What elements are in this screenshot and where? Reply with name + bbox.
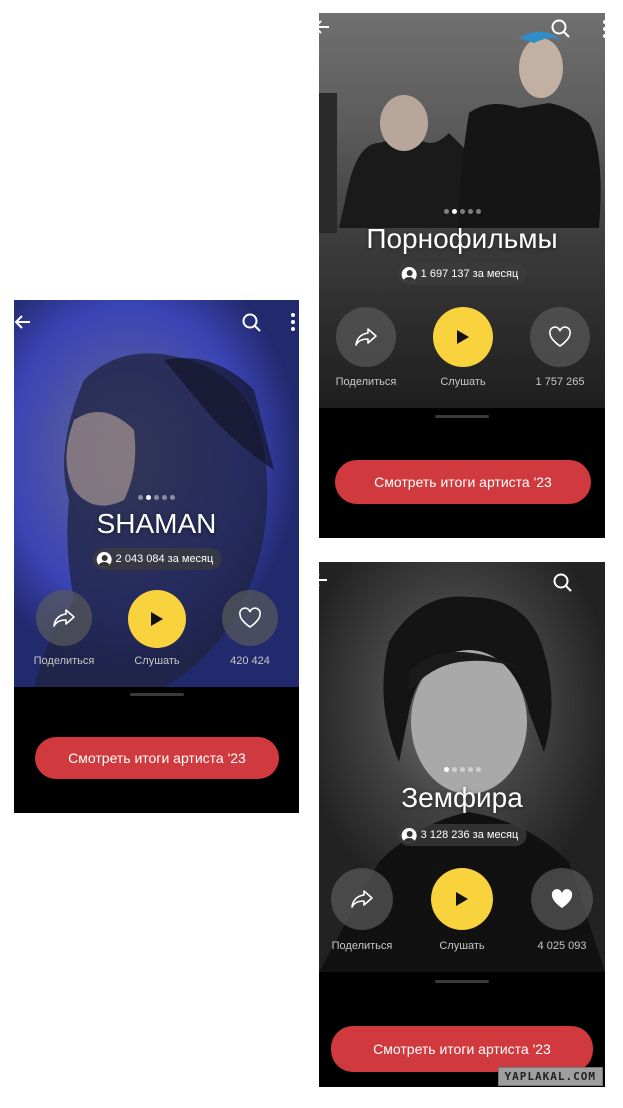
artist-card-zemfira: Земфира 3 128 236 за месяц Поделиться Сл… [319, 562, 605, 1087]
sheet-handle[interactable] [130, 693, 184, 696]
site-watermark: YAPLAKAL.COM [497, 1067, 603, 1086]
share-label: Поделиться [33, 655, 95, 667]
monthly-listeners-badge: 1 697 137 за месяц [397, 263, 527, 285]
play-icon [457, 330, 469, 344]
bottom-sheet: Смотреть итоги артиста '23 [14, 687, 299, 813]
carousel-dot [138, 495, 143, 500]
carousel-dot [467, 209, 473, 214]
artist-name: Порнофильмы [366, 223, 558, 254]
like-button[interactable] [222, 590, 278, 646]
monthly-listeners-count: 2 043 084 за месяц [115, 553, 214, 565]
carousel-dot [451, 767, 457, 772]
carousel-dot [170, 495, 175, 500]
monthly-listeners-count: 3 128 236 за месяц [420, 829, 519, 841]
carousel-dot [154, 495, 159, 500]
share-button[interactable] [336, 307, 396, 367]
artist-card-pornofilmy: Порнофильмы 1 697 137 за месяц Поделитьс… [319, 13, 605, 538]
share-button[interactable] [36, 590, 92, 646]
back-arrow-icon[interactable] [319, 572, 329, 588]
share-icon [351, 890, 373, 908]
listen-label: Слушать [439, 940, 485, 952]
monthly-listeners-badge: 3 128 236 за месяц [397, 824, 527, 846]
share-label: Поделиться [335, 376, 397, 388]
carousel-dots [14, 495, 299, 500]
carousel-dot-active [451, 209, 457, 214]
carousel-dot [162, 495, 167, 500]
heart-filled-icon [551, 889, 573, 908]
search-icon[interactable] [242, 313, 262, 333]
carousel-dot [459, 767, 465, 772]
monthly-listeners-badge: 2 043 084 за месяц [92, 548, 222, 570]
back-arrow-icon[interactable] [14, 314, 32, 330]
likes-count: 4 025 093 [537, 940, 587, 952]
artist-name: Земфира [401, 782, 523, 813]
bottom-sheet: Смотреть итоги артиста '23 [319, 408, 605, 538]
artist-name: SHAMAN [96, 508, 217, 539]
artist-card-shaman: SHAMAN 2 043 084 за месяц Поделиться Слу… [14, 300, 299, 813]
carousel-dot [475, 767, 481, 772]
like-button[interactable] [530, 307, 590, 367]
artist-summary-button[interactable]: Смотреть итоги артиста '23 [331, 1026, 593, 1072]
like-button[interactable] [531, 868, 593, 930]
carousel-dot [475, 209, 481, 214]
carousel-dot-active [443, 767, 449, 772]
heart-icon [549, 326, 571, 347]
search-icon[interactable] [551, 19, 571, 39]
share-icon [53, 609, 75, 627]
play-icon [151, 612, 163, 626]
sheet-handle[interactable] [435, 415, 489, 418]
person-icon [96, 551, 112, 567]
play-button[interactable] [431, 868, 493, 930]
artist-summary-button[interactable]: Смотреть итоги артиста '23 [335, 460, 591, 504]
more-vertical-icon[interactable] [602, 19, 605, 39]
share-label: Поделиться [331, 940, 393, 952]
carousel-dots [319, 209, 605, 214]
listen-label: Слушать [134, 655, 180, 667]
likes-count: 420 424 [230, 655, 270, 667]
carousel-dot [467, 767, 473, 772]
play-button[interactable] [128, 590, 186, 648]
back-arrow-icon[interactable] [319, 19, 331, 35]
share-icon [355, 328, 377, 346]
artist-summary-button[interactable]: Смотреть итоги артиста '23 [35, 737, 279, 779]
person-icon [401, 827, 417, 843]
sheet-handle[interactable] [435, 980, 489, 983]
monthly-listeners-count: 1 697 137 за месяц [420, 268, 519, 280]
play-button[interactable] [433, 307, 493, 367]
heart-icon [239, 607, 261, 628]
more-vertical-icon[interactable] [290, 312, 296, 332]
carousel-dot [459, 209, 465, 214]
search-icon[interactable] [553, 573, 573, 593]
person-icon [401, 266, 417, 282]
listen-label: Слушать [440, 376, 486, 388]
carousel-dot-active [146, 495, 151, 500]
play-icon [456, 892, 468, 906]
share-button[interactable] [331, 868, 393, 930]
carousel-dot [443, 209, 449, 214]
likes-count: 1 757 265 [535, 376, 585, 388]
carousel-dots [319, 767, 605, 772]
